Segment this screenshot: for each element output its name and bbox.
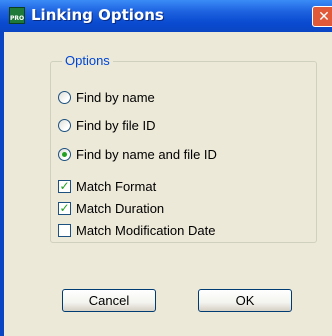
radio-find-by-name-and-file-id[interactable]: Find by name and file ID — [58, 145, 217, 163]
window-title: Linking Options — [31, 6, 164, 24]
checkbox-match-format[interactable]: ✓ Match Format — [58, 177, 156, 195]
radio-label: Find by name — [76, 89, 155, 105]
radio-label: Find by name and file ID — [76, 146, 217, 162]
checkbox-label: Match Duration — [76, 200, 165, 216]
title-bar[interactable]: PRO Linking Options ✕ — [0, 0, 332, 32]
options-legend: Options — [62, 53, 113, 69]
cancel-button[interactable]: Cancel — [62, 289, 156, 312]
checkbox-unchecked[interactable] — [58, 223, 71, 237]
close-button[interactable]: ✕ — [312, 6, 332, 27]
radio-label: Find by file ID — [76, 117, 156, 133]
checkbox-match-modification-date[interactable]: Match Modification Date — [58, 221, 215, 239]
close-icon: ✕ — [318, 8, 330, 24]
app-icon: PRO — [9, 7, 25, 24]
radio-button-selected[interactable] — [58, 147, 71, 161]
radio-find-by-name[interactable]: Find by name — [58, 88, 155, 106]
radio-find-by-file-id[interactable]: Find by file ID — [58, 116, 155, 134]
ok-button[interactable]: OK — [198, 289, 292, 312]
checkbox-match-duration[interactable]: ✓ Match Duration — [58, 199, 164, 217]
checkbox-label: Match Modification Date — [76, 222, 216, 238]
radio-button[interactable] — [58, 118, 71, 132]
radio-button[interactable] — [58, 90, 71, 104]
checkbox-checked[interactable]: ✓ — [58, 201, 71, 215]
checkbox-label: Match Format — [76, 178, 157, 194]
checkbox-checked[interactable]: ✓ — [58, 179, 71, 193]
dialog-body: Options Find by name Find by file ID Fin… — [4, 32, 332, 336]
